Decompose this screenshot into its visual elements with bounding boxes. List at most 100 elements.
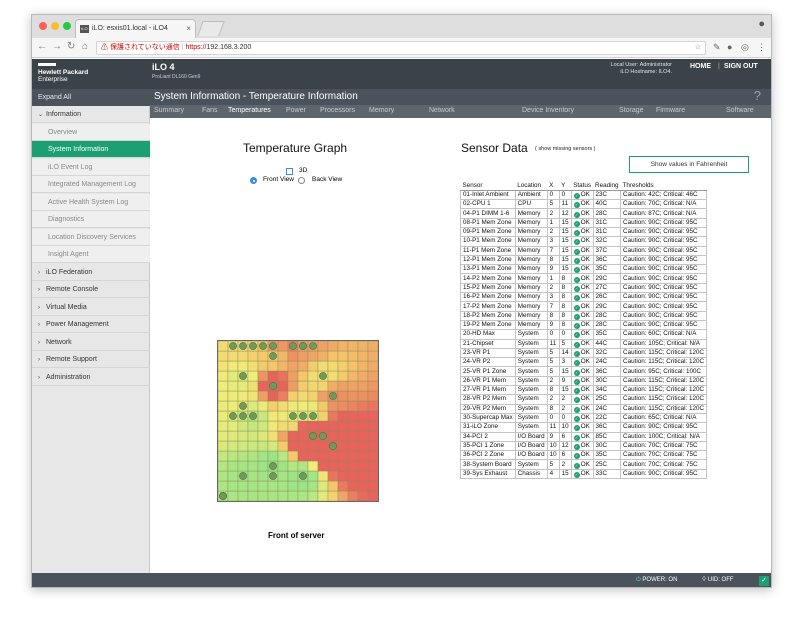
sensor-marker[interactable] — [239, 472, 247, 480]
new-tab-button[interactable] — [197, 21, 225, 36]
expand-all-button[interactable]: Expand All — [32, 89, 150, 106]
heatmap-cell — [247, 360, 259, 372]
sidebar-item-virtual-media[interactable]: › Virtual Media — [32, 299, 150, 316]
sensor-marker[interactable] — [319, 372, 327, 380]
home-link[interactable]: HOME — [690, 63, 711, 70]
sidebar-item-ilo-federation[interactable]: › iLO Federation — [32, 264, 150, 281]
sidebar-item-power-management[interactable]: › Power Management — [32, 316, 150, 333]
tab-storage[interactable]: Storage — [619, 107, 644, 114]
sidebar-item-diagnostics[interactable]: Diagnostics — [32, 211, 150, 228]
tab-software[interactable]: Software — [726, 107, 754, 114]
sidebar-item-remote-console[interactable]: › Remote Console — [32, 281, 150, 298]
back-view-radio[interactable] — [298, 177, 305, 184]
sidebar-item-information[interactable]: ⌄ Information — [32, 106, 150, 123]
tab-processors[interactable]: Processors — [320, 107, 355, 114]
sensor-marker[interactable] — [329, 392, 337, 400]
sensor-marker[interactable] — [269, 342, 277, 350]
reload-icon[interactable]: ↻ — [67, 41, 75, 52]
sensor-marker[interactable] — [229, 412, 237, 420]
3d-checkbox[interactable] — [286, 168, 293, 175]
home-icon[interactable]: ⌂ — [82, 41, 88, 52]
brand-line2: Enterprise — [38, 76, 68, 83]
sidebar-item-network[interactable]: › Network — [32, 334, 150, 351]
tab-memory[interactable]: Memory — [369, 107, 394, 114]
extension-2-icon[interactable]: ● — [727, 42, 732, 52]
sidebar-item-integrated-management-log[interactable]: Integrated Management Log — [32, 176, 150, 193]
extension-3-icon[interactable]: ◎ — [741, 42, 749, 53]
front-view-radio[interactable] — [250, 177, 257, 184]
account-circle-icon[interactable]: ● — [758, 18, 765, 30]
sensor-marker[interactable] — [229, 342, 237, 350]
sensor-marker[interactable] — [319, 432, 327, 440]
sensor-cell: 34-PCI 2 — [460, 431, 516, 442]
sensor-marker[interactable] — [269, 472, 277, 480]
sensor-marker[interactable] — [299, 472, 307, 480]
sensor-cell: 8 — [558, 273, 572, 284]
power-status[interactable]: ⏻ POWER: ON — [636, 577, 677, 584]
sign-out-link[interactable]: SIGN OUT — [724, 63, 758, 70]
ok-check-icon: ✓ — [573, 434, 580, 441]
sensor-marker[interactable] — [309, 412, 317, 420]
sensor-marker[interactable] — [239, 402, 247, 410]
sidebar-item-administration[interactable]: › Administration — [32, 369, 150, 386]
maximize-window-button[interactable] — [63, 22, 71, 30]
sensor-marker[interactable] — [259, 342, 267, 350]
sensor-marker[interactable] — [289, 412, 297, 420]
bookmark-star-icon[interactable]: ☆ — [695, 42, 701, 54]
menu-dots-icon[interactable]: ⋮ — [757, 42, 766, 53]
heatmap-cell — [327, 360, 339, 372]
heatmap-cell — [337, 370, 349, 382]
sensor-marker[interactable] — [309, 342, 317, 350]
sidebar-item-remote-support[interactable]: › Remote Support — [32, 351, 150, 368]
help-icon[interactable]: ? — [754, 88, 761, 103]
minimize-window-button[interactable] — [51, 22, 59, 30]
sidebar-item-system-information[interactable]: System Information — [32, 141, 150, 158]
sensor-marker[interactable] — [309, 432, 317, 440]
tab-network[interactable]: Network — [429, 107, 455, 114]
sensor-marker[interactable] — [299, 412, 307, 420]
tab-temperatures[interactable]: Temperatures — [228, 107, 271, 114]
heatmap-cell — [307, 400, 319, 412]
tab-firmware[interactable]: Firmware — [656, 107, 685, 114]
sensor-marker[interactable] — [249, 342, 257, 350]
heatmap-cell — [257, 480, 269, 492]
sensor-marker[interactable] — [269, 462, 277, 470]
sensor-cell: System — [514, 394, 548, 405]
tab-summary[interactable]: Summary — [154, 107, 184, 114]
uid-status[interactable]: 💡︎ UID: OFF — [702, 577, 734, 584]
url-field[interactable]: ⚠ 保護されていない通信 | https://192.168.3.200 ☆ — [96, 41, 706, 55]
sensor-marker[interactable] — [249, 412, 257, 420]
close-window-button[interactable] — [39, 22, 47, 30]
sidebar-item-overview[interactable]: Overview — [32, 123, 150, 141]
tab-fans[interactable]: Fans — [202, 107, 218, 114]
sidebar-item-active-health-system-log[interactable]: Active Health System Log — [32, 193, 150, 211]
sensor-marker[interactable] — [239, 342, 247, 350]
sensor-marker[interactable] — [219, 492, 227, 500]
sensor-marker[interactable] — [239, 412, 247, 420]
status-text: OK — [580, 200, 590, 208]
fahrenheit-button[interactable]: Show values in Fahrenheit — [629, 156, 749, 173]
chevron-right-icon: › — [38, 357, 40, 363]
heatmap-cell — [267, 430, 279, 442]
browser-tab[interactable]: iLO iLO: esxis01.local - iLO4 × — [75, 19, 196, 38]
sensor-marker[interactable] — [239, 372, 247, 380]
extension-icon[interactable]: ✎ — [713, 42, 721, 53]
sidebar-item-ilo-event-log[interactable]: iLO Event Log — [32, 158, 150, 176]
sidebar-item-insight-agent[interactable]: Insight Agent — [32, 246, 150, 263]
show-missing-sensors-link[interactable]: ( show missing sensors ) — [535, 146, 596, 152]
tab-power[interactable]: Power — [286, 107, 306, 114]
heatmap-cell — [277, 480, 289, 492]
sensor-marker[interactable] — [269, 352, 277, 360]
close-tab-icon[interactable]: × — [186, 24, 191, 33]
back-arrow-icon[interactable]: ← — [37, 41, 47, 52]
sidebar-item-location-discovery-services[interactable]: Location Discovery Services — [32, 228, 150, 246]
heatmap-cell — [327, 490, 339, 501]
sensor-marker[interactable] — [329, 442, 337, 450]
forward-arrow-icon[interactable]: → — [52, 41, 62, 52]
sensor-cell: ✓ OK — [570, 366, 594, 377]
sensor-marker[interactable] — [289, 342, 297, 350]
sensor-marker[interactable] — [269, 382, 277, 390]
sensor-marker[interactable] — [299, 342, 307, 350]
tab-device-inventory[interactable]: Device Inventory — [522, 107, 574, 114]
sensor-row: 02-CPU 1 CPU 5 11 ✓ OK 40C Caution: 70C; Critic… — [460, 199, 708, 210]
